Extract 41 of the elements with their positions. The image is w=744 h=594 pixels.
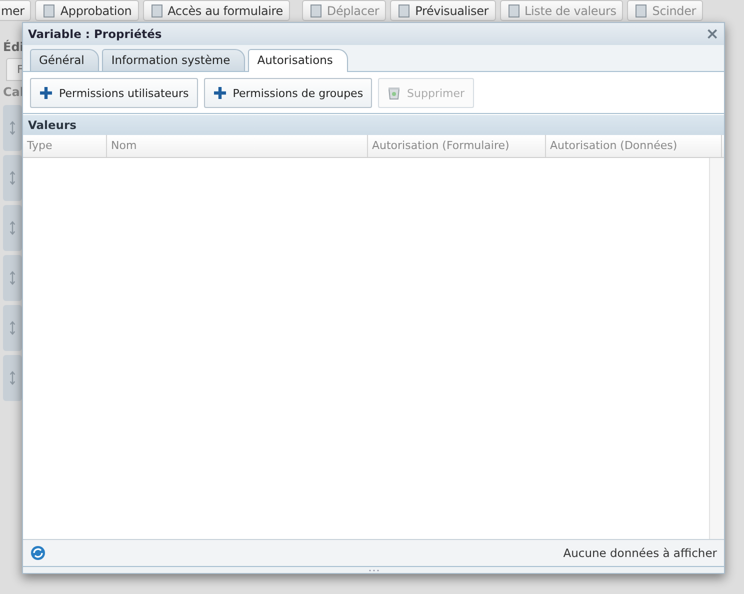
toolbar-button[interactable]: Prévisualiser bbox=[390, 0, 496, 21]
drag-handle[interactable] bbox=[3, 205, 22, 251]
tab[interactable]: Général bbox=[30, 49, 100, 71]
document-icon bbox=[397, 4, 412, 18]
close-button[interactable]: × bbox=[706, 26, 719, 42]
resize-icon bbox=[9, 221, 16, 235]
drag-handle[interactable] bbox=[3, 155, 22, 201]
drag-handle[interactable] bbox=[3, 105, 22, 151]
resize-icon bbox=[9, 271, 16, 285]
toolbar-button[interactable]: Permissions utilisateurs bbox=[30, 78, 198, 108]
document-icon bbox=[42, 4, 56, 18]
toolbar-button[interactable]: Permissions de groupes bbox=[204, 78, 372, 108]
status-message: Aucune données à afficher bbox=[563, 546, 717, 560]
resize-icon bbox=[9, 171, 16, 185]
toolbar-button[interactable]: Accès au formulaire bbox=[142, 0, 290, 21]
panel-title: Valeurs bbox=[28, 118, 76, 132]
window-title: Variable : Propriétés bbox=[28, 27, 162, 41]
resize-icon bbox=[9, 121, 16, 135]
drag-handle[interactable] bbox=[3, 255, 22, 301]
drag-handle[interactable] bbox=[3, 355, 22, 401]
column-header[interactable]: Nom bbox=[107, 135, 368, 157]
toolbar-button[interactable]: Approbation bbox=[35, 0, 139, 21]
tab[interactable]: Autorisations bbox=[248, 49, 348, 72]
document-icon bbox=[634, 4, 648, 18]
scrollbar[interactable] bbox=[709, 158, 724, 539]
trash-icon bbox=[387, 86, 402, 100]
drag-handle[interactable] bbox=[3, 305, 22, 351]
plus-icon bbox=[39, 86, 53, 100]
column-header[interactable]: Autorisation (Formulaire) bbox=[368, 135, 546, 157]
tab[interactable]: Information système bbox=[102, 49, 246, 71]
resize-icon bbox=[9, 371, 16, 385]
document-icon bbox=[506, 4, 521, 18]
column-header[interactable]: Autorisation (Données) bbox=[546, 135, 722, 157]
resize-icon bbox=[9, 321, 16, 335]
document-icon bbox=[308, 4, 323, 18]
toolbar-button[interactable]: mer bbox=[0, 0, 32, 21]
document-icon bbox=[150, 4, 164, 18]
column-header[interactable]: Type bbox=[23, 135, 107, 157]
resize-grip-icon[interactable] bbox=[368, 568, 380, 572]
plus-icon bbox=[212, 86, 227, 100]
refresh-icon[interactable] bbox=[30, 545, 46, 561]
